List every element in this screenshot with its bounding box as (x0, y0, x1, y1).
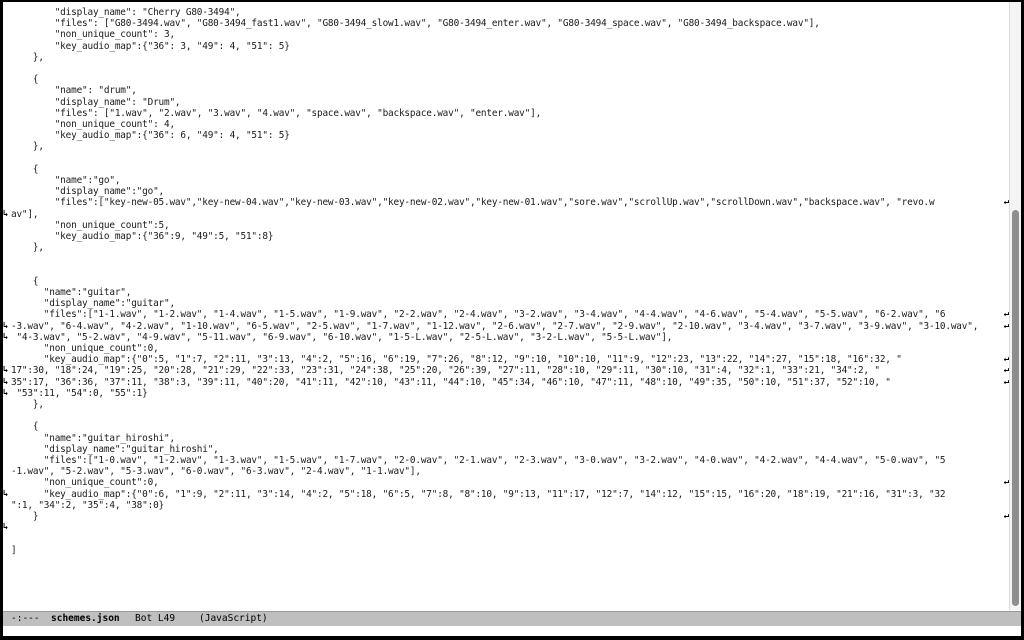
line-continuation-icon: ↳ (3, 376, 9, 387)
line-continuation-icon: ↳ (3, 331, 9, 342)
line-wrap-icon: ↵ (1003, 365, 1009, 376)
code-line[interactable]: 17":30, "18":24, "19":25, "20":28, "21":… (11, 365, 880, 376)
line-wrap-icon: ↵ (1003, 477, 1009, 488)
code-line[interactable]: 35":17, "36":36, "37":11, "38":3, "39":1… (11, 377, 891, 388)
code-line[interactable]: "key_audio_map":{"36": 6, "49": 4, "51":… (11, 130, 290, 141)
code-line[interactable]: { (11, 74, 39, 85)
code-line[interactable]: "files": ["1.wav", "2.wav", "3.wav", "4.… (11, 108, 542, 119)
code-line[interactable]: "files":["1-0.wav", "1-2.wav", "1-3.wav"… (11, 455, 946, 466)
line-wrap-icon: ↵ (1003, 309, 1009, 320)
code-line[interactable]: "53":11, "54":0, "55":1} (11, 388, 147, 399)
line-wrap-icon: ↵ (1003, 354, 1009, 365)
code-line[interactable]: "key_audio_map":{"0":5, "1":7, "2":11, "… (11, 354, 902, 365)
code-line[interactable]: { (11, 421, 39, 432)
code-line[interactable]: "name":"guitar_hiroshi", (11, 433, 175, 444)
code-line[interactable]: "display_name":"guitar_hiroshi", (11, 444, 219, 455)
code-line[interactable]: "display_name":"guitar", (11, 298, 175, 309)
line-continuation-icon: ↳ (3, 320, 9, 331)
code-line[interactable]: "non_unique_count":5, (11, 220, 170, 231)
code-line[interactable]: "key_audio_map":{"0":6, "1":9, "2":11, "… (11, 489, 946, 500)
code-line[interactable]: "display_name": "Drum", (11, 97, 181, 108)
modeline-position: Bot L49 (135, 613, 176, 624)
code-line[interactable]: av"], (11, 209, 39, 220)
line-continuation-icon: ↳ (3, 208, 9, 219)
line-continuation-icon: ↳ (3, 522, 9, 533)
code-line[interactable]: "name":"guitar", (11, 287, 132, 298)
code-line[interactable]: "4-3.wav", "5-2.wav", "4-9.wav", "5-11.w… (11, 332, 672, 343)
modeline-buffer-name[interactable]: schemes.json (51, 612, 120, 626)
code-line[interactable]: "display_name": "Cherry G80-3494", (11, 7, 241, 18)
code-line[interactable]: "non_unique_count": 4, (11, 119, 175, 130)
code-line[interactable]: }, (11, 141, 44, 152)
line-wrap-icon: ↵ (1003, 320, 1009, 331)
code-line[interactable]: }, (11, 399, 44, 410)
code-line[interactable]: "name":"go", (11, 175, 121, 186)
code-line[interactable]: { (11, 164, 39, 175)
code-line[interactable]: "files":["key-new-05.wav","key-new-04.wa… (11, 197, 935, 208)
mode-line: -:--- schemes.json Bot L49 (JavaScript) (3, 611, 1021, 627)
code-line[interactable]: "non_unique_count":0, (11, 343, 159, 354)
emacs-window: "display_name": "Cherry G80-3494", "file… (3, 2, 1021, 636)
line-continuation-icon: ↳ (3, 488, 9, 499)
code-line[interactable]: { (11, 276, 39, 287)
line-wrap-icon: ↵ (1003, 511, 1009, 521)
code-line[interactable]: ] (11, 545, 17, 556)
code-line[interactable]: ":1, "34":2, "35":4, "38":0} (11, 500, 164, 511)
vertical-scrollbar[interactable] (1009, 2, 1021, 610)
code-line[interactable]: "key_audio_map":{"36": 3, "49": 4, "51":… (11, 41, 290, 52)
code-line[interactable]: "name": "drum", (11, 85, 137, 96)
code-line[interactable]: "non_unique_count": 3, (11, 29, 175, 40)
line-wrap-icon: ↵ (1003, 376, 1009, 387)
code-line[interactable]: }, (11, 242, 44, 253)
code-line[interactable]: "files": ["G80-3494.wav", "G80-3494_fast… (11, 18, 820, 29)
code-line[interactable]: "files":["1-1.wav", "1-2.wav", "1-4.wav"… (11, 309, 946, 320)
code-line[interactable]: -1.wav", "5-2.wav", "5-3.wav", "6-0.wav"… (11, 466, 421, 477)
code-line[interactable]: }, (11, 52, 44, 63)
line-wrap-icon: ↵ (1003, 197, 1009, 208)
code-line[interactable]: -3.wav", "6-4.wav", "4-2.wav", "1-10.wav… (11, 321, 978, 332)
code-line[interactable]: "display_name":"go", (11, 186, 164, 197)
code-line[interactable]: } (11, 511, 39, 522)
minibuffer[interactable] (3, 626, 1021, 636)
line-continuation-icon: ↳ (3, 365, 9, 376)
modeline-major-mode[interactable]: (JavaScript) (199, 612, 268, 626)
code-line[interactable]: "key_audio_map":{"36":9, "49":5, "51":8} (11, 231, 274, 242)
modeline-status: -:--- (11, 613, 40, 624)
code-line[interactable]: "non_unique_count":0, (11, 477, 159, 488)
scrollbar-thumb[interactable] (1012, 210, 1019, 606)
editor-buffer[interactable]: "display_name": "Cherry G80-3494", "file… (3, 2, 1009, 610)
line-continuation-icon: ↳ (3, 387, 9, 398)
